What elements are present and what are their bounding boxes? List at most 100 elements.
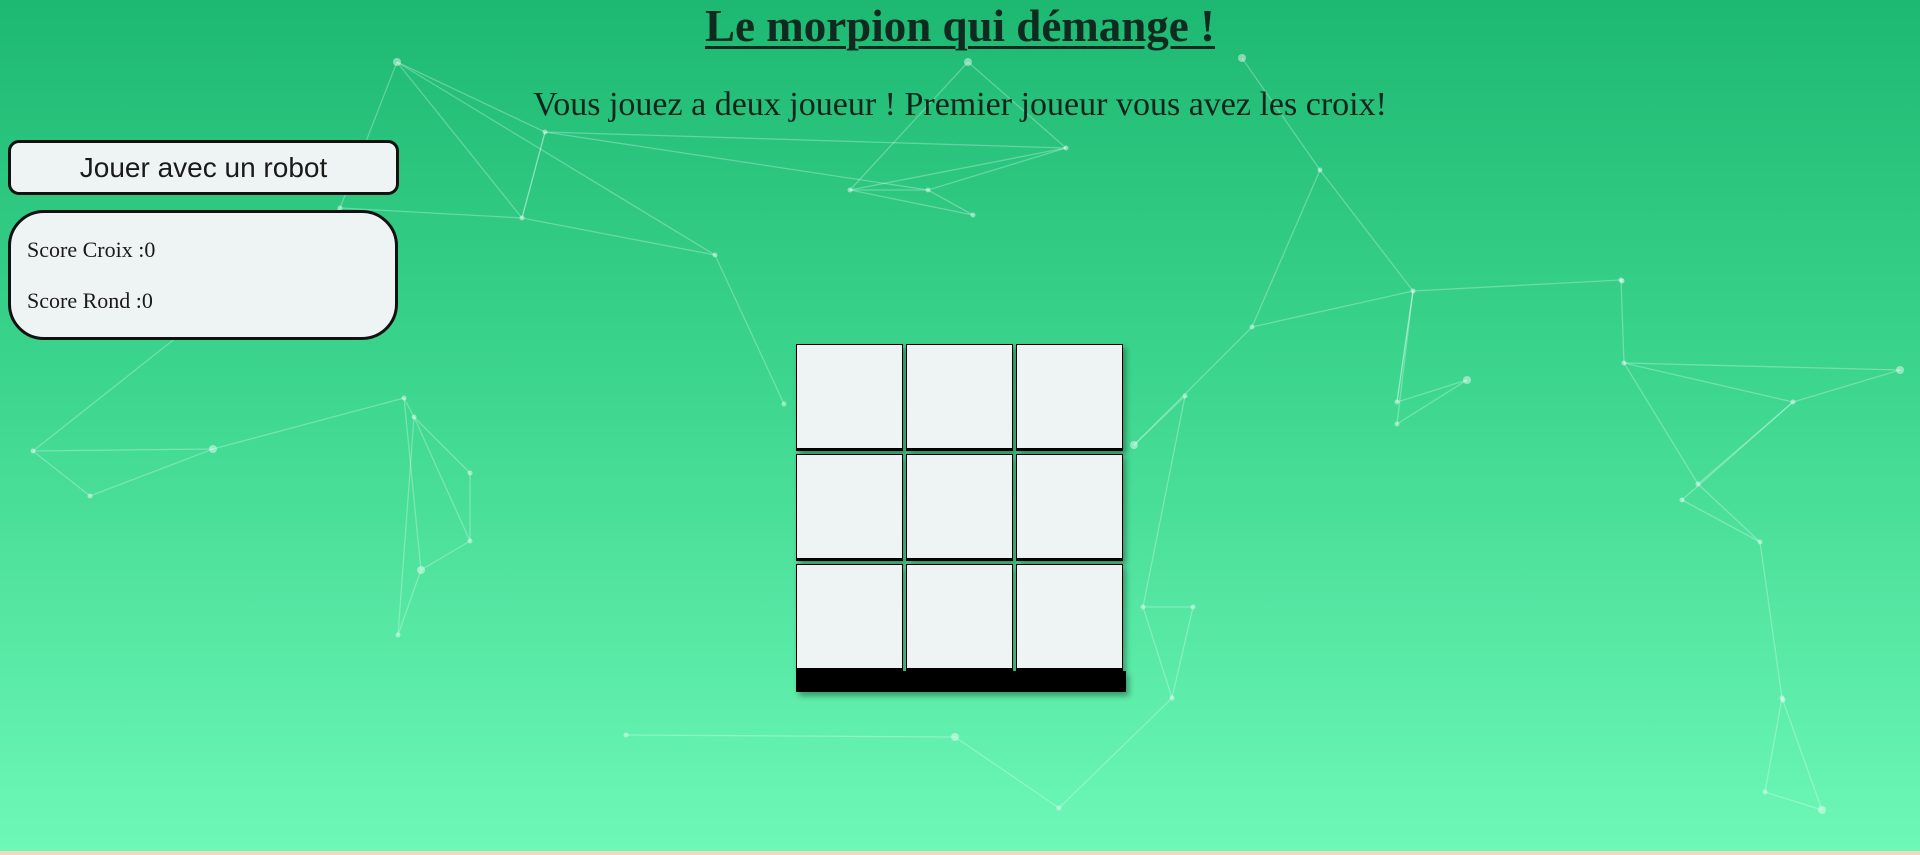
network-line <box>1781 697 1784 701</box>
board-cell-5[interactable] <box>906 454 1013 561</box>
play-with-robot-button[interactable]: Jouer avec un robot <box>8 140 399 195</box>
network-line <box>1412 279 1622 292</box>
network-node <box>1169 695 1175 701</box>
network-line <box>1058 697 1173 809</box>
network-node <box>970 212 976 218</box>
network-line <box>927 189 974 216</box>
network-line <box>1133 395 1186 446</box>
network-line <box>1133 326 1253 446</box>
network-node <box>712 252 718 258</box>
network-line <box>1697 401 1794 485</box>
network-line <box>1681 401 1794 501</box>
board-cell-7[interactable] <box>796 564 903 671</box>
network-line <box>849 61 969 191</box>
network-line <box>413 416 471 474</box>
network-line <box>714 254 785 405</box>
network-line <box>544 131 1067 149</box>
network-line <box>1142 606 1173 699</box>
network-line <box>1764 791 1823 811</box>
network-node <box>1238 54 1246 62</box>
score-cross: Score Croix :0 <box>27 237 156 262</box>
game-board <box>796 344 1126 692</box>
network-node <box>1896 366 1904 374</box>
network-node <box>1463 376 1471 384</box>
network-node <box>393 58 401 66</box>
network-line <box>89 448 214 497</box>
network-node <box>1394 421 1400 427</box>
network-line <box>32 448 214 452</box>
board-cell-8[interactable] <box>906 564 1013 671</box>
board-cell-1[interactable] <box>796 344 903 451</box>
network-node <box>1779 695 1785 701</box>
network-node <box>1056 805 1062 811</box>
board-cell-9[interactable] <box>1016 564 1123 671</box>
network-node <box>519 215 525 221</box>
board-cell-4[interactable] <box>796 454 903 561</box>
network-line <box>521 131 546 219</box>
game-instructions: Vous jouez a deux joueur ! Premier joueu… <box>533 86 1387 123</box>
network-line <box>954 736 1060 809</box>
network-line <box>1396 290 1414 403</box>
network-node <box>1780 697 1786 703</box>
network-node <box>1140 604 1146 610</box>
network-line <box>32 450 91 497</box>
network-node <box>1063 145 1069 151</box>
score-circle: Score Rond :0 <box>27 288 153 313</box>
network-node <box>467 538 473 544</box>
network-node <box>781 401 787 407</box>
network-node <box>1695 481 1701 487</box>
network-node <box>401 395 407 401</box>
network-line <box>1623 362 1794 403</box>
network-line <box>397 569 422 636</box>
network-line <box>1681 499 1761 543</box>
network-line <box>521 217 716 256</box>
network-line <box>420 540 471 571</box>
network-line <box>849 147 1067 191</box>
network-node <box>417 566 425 574</box>
network-node <box>1621 360 1627 366</box>
network-line <box>1781 697 1823 811</box>
network-line <box>1623 362 1699 485</box>
network-node <box>542 129 548 135</box>
network-line <box>1171 606 1194 699</box>
network-line <box>1251 169 1321 328</box>
board-cell-3[interactable] <box>1016 344 1123 451</box>
network-node <box>411 414 417 420</box>
network-line <box>1792 369 1901 403</box>
network-node <box>395 632 401 638</box>
network-node <box>1619 278 1625 284</box>
board-cell-2[interactable] <box>906 344 1013 451</box>
network-node <box>1182 393 1188 399</box>
network-line <box>1142 395 1186 608</box>
page-title: Le morpion qui démange ! <box>704 1 1216 51</box>
network-line <box>1759 541 1783 699</box>
network-node <box>847 187 853 193</box>
network-node <box>1679 497 1685 503</box>
network-line <box>1396 379 1468 425</box>
network-line <box>397 416 415 636</box>
network-line <box>521 131 546 219</box>
network-line <box>1319 169 1414 292</box>
network-line <box>1396 290 1414 425</box>
network-line <box>849 189 974 216</box>
network-line <box>1396 379 1468 403</box>
network-node <box>1130 441 1138 449</box>
network-node <box>87 493 93 499</box>
network-line <box>212 397 405 450</box>
network-node <box>951 733 959 741</box>
network-node <box>1762 789 1768 795</box>
network-node <box>30 448 36 454</box>
network-line <box>927 147 1067 191</box>
network-node <box>925 187 931 193</box>
network-line <box>625 734 956 738</box>
score-panel: Score Croix :0 Score Rond :0 <box>8 210 398 340</box>
bottom-strip <box>0 851 1920 855</box>
board-cell-6[interactable] <box>1016 454 1123 561</box>
network-line <box>1697 483 1761 543</box>
network-line <box>1623 362 1901 371</box>
network-line <box>403 397 422 571</box>
network-node <box>1190 604 1196 610</box>
network-node <box>964 58 972 66</box>
network-line <box>1764 697 1783 793</box>
network-node <box>1757 539 1763 545</box>
